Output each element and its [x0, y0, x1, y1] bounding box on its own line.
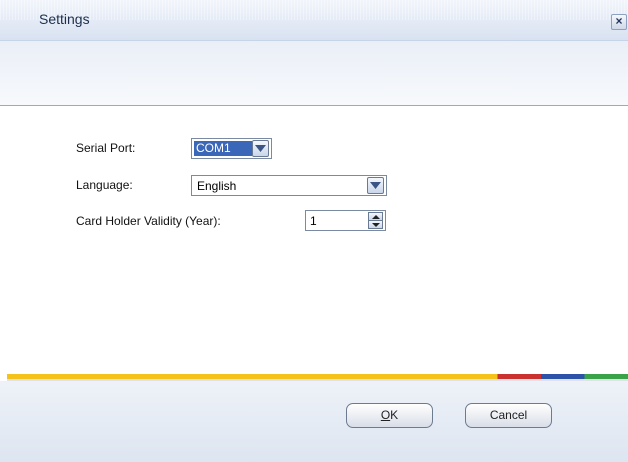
title-bar-gloss [0, 0, 628, 20]
validity-spin-buttons[interactable] [368, 212, 383, 229]
validity-label: Card Holder Validity (Year): [76, 214, 221, 228]
language-dropdown-button[interactable] [367, 177, 384, 194]
close-icon[interactable]: × [615, 14, 622, 28]
serial-port-select[interactable]: COM1 [191, 138, 272, 159]
window-title: Settings [39, 11, 90, 27]
arrow-up-icon [372, 215, 380, 219]
language-value[interactable]: English [197, 179, 236, 193]
validity-value[interactable]: 1 [310, 214, 317, 228]
ok-mnemonic[interactable]: O [381, 408, 390, 422]
serial-port-dropdown-button[interactable] [252, 140, 269, 157]
chevron-down-icon [370, 182, 381, 189]
language-select[interactable]: English [191, 175, 387, 196]
cancel-button[interactable]: Cancel [465, 403, 552, 428]
header-band [0, 41, 628, 106]
ok-button[interactable]: OK [346, 403, 433, 428]
arrow-down-icon [372, 223, 380, 227]
close-button[interactable]: × [611, 14, 627, 30]
spin-down-button[interactable] [368, 220, 383, 229]
ok-label-rest[interactable]: K [390, 408, 398, 422]
serial-port-label: Serial Port: [76, 141, 136, 155]
language-label: Language: [76, 178, 133, 192]
title-bar [0, 0, 628, 41]
validity-spinner[interactable]: 1 [305, 210, 386, 231]
chevron-down-icon [255, 145, 266, 152]
serial-port-value[interactable]: COM1 [194, 141, 252, 156]
